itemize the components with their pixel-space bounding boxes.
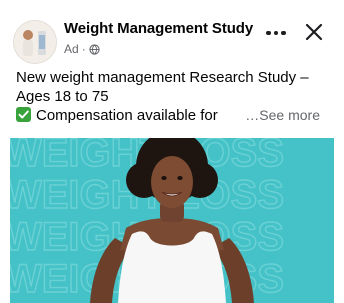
sponsored-row: Ad ·	[64, 42, 100, 56]
sponsored-label: Ad	[64, 42, 79, 56]
page-avatar[interactable]	[13, 20, 57, 64]
check-mark-button-icon	[16, 107, 31, 122]
more-horizontal-icon	[266, 30, 271, 36]
ad-header: Weight Management Study Ad ·	[0, 0, 344, 66]
page-name-link[interactable]: Weight Management Study	[64, 20, 253, 37]
weight-loss-photo: WEIGHT LOSS WEIGHT LOSS WEIGHT LOSS WEIG…	[10, 138, 334, 303]
globe-icon[interactable]	[89, 43, 100, 55]
close-icon	[305, 23, 323, 41]
ad-body-text: New weight management Research Study – A…	[16, 68, 332, 125]
ad-image[interactable]: WEIGHT LOSS WEIGHT LOSS WEIGHT LOSS WEIG…	[10, 138, 334, 303]
more-options-button[interactable]	[262, 22, 290, 44]
ad-text-line-1: New weight management Research Study –	[16, 69, 309, 86]
ad-text-line-2: Ages 18 to 75	[16, 88, 109, 105]
close-ad-button[interactable]	[303, 21, 325, 43]
compensation-text: Compensation available for	[36, 107, 218, 124]
see-more-link[interactable]: …See more	[245, 106, 320, 125]
